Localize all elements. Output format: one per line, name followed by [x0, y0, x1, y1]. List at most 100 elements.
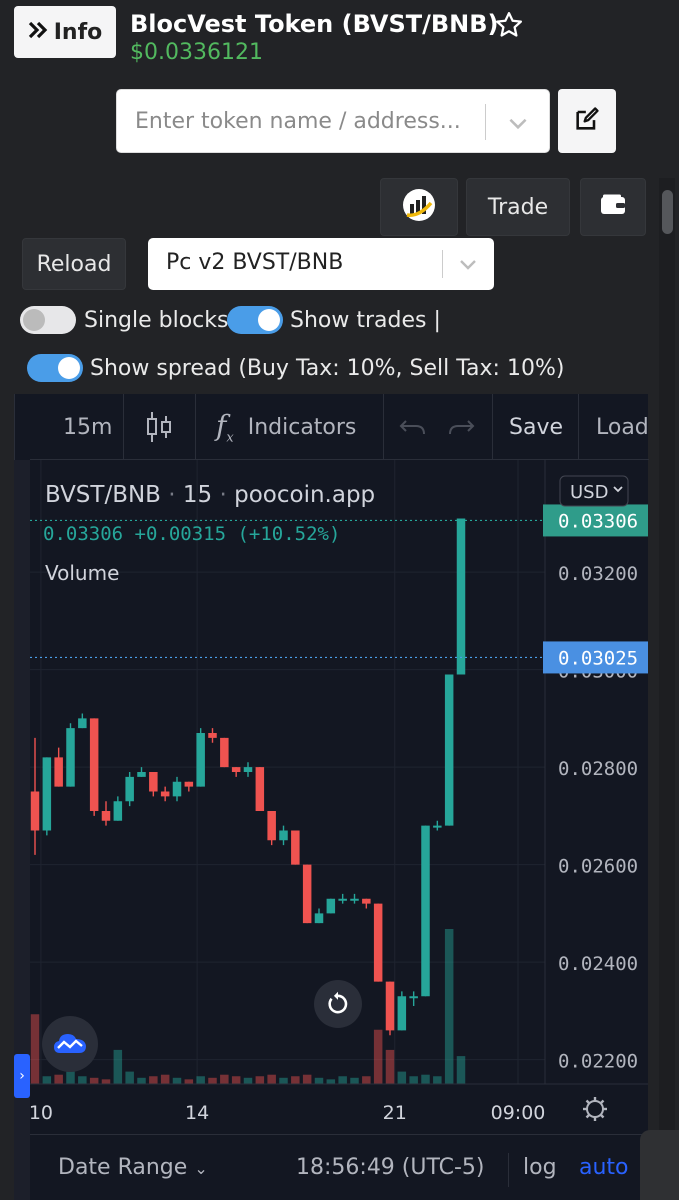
candle-body	[314, 913, 324, 924]
volume-bar	[137, 1077, 146, 1084]
load-button[interactable]: Load	[596, 394, 649, 460]
chevron-down-icon[interactable]	[456, 252, 480, 276]
auto-scale-button[interactable]: auto	[579, 1155, 629, 1180]
interval-button[interactable]: 15m	[63, 394, 112, 460]
candle-style-icon[interactable]	[145, 394, 173, 460]
wallet-button[interactable]	[580, 178, 646, 236]
chart-logo-button[interactable]	[380, 178, 458, 236]
candle-body	[385, 981, 395, 1031]
volume-bar	[113, 1049, 123, 1084]
search-separator	[485, 104, 486, 140]
refresh-icon	[328, 991, 348, 1014]
show-spread-label: Show spread (Buy Tax: 10%, Sell Tax: 10%…	[90, 356, 565, 381]
volume-bar	[267, 1074, 276, 1084]
candle-body	[338, 898, 347, 901]
volume-bar	[444, 929, 454, 1084]
volume-bar	[397, 1071, 407, 1084]
volume-bar	[184, 1079, 194, 1084]
token-search[interactable]	[116, 89, 550, 153]
candle-body	[456, 518, 466, 675]
info-button[interactable]: Info	[14, 6, 116, 58]
price-tick-label: 0.02400	[558, 953, 638, 975]
price-tick-label: 0.02800	[558, 758, 638, 780]
show-trades-toggle[interactable]	[227, 306, 283, 334]
tradingview-logo[interactable]	[42, 1016, 98, 1072]
redo-icon[interactable]	[446, 394, 476, 460]
candle-body	[421, 825, 430, 997]
single-blocks-toggle[interactable]	[20, 306, 76, 334]
settings-gear-icon[interactable]	[583, 1097, 607, 1121]
pair-select[interactable]: Pc v2 BVST/BNB	[148, 238, 494, 290]
candle-body	[137, 772, 146, 777]
bottom-divider	[508, 1153, 509, 1187]
volume-bar	[78, 1076, 87, 1084]
scrollbar-track[interactable]	[659, 178, 675, 1200]
chart-toolbar: 15m fx Indicators Save Load	[30, 394, 649, 460]
time-tick-label: 14	[185, 1102, 209, 1124]
candle-body	[350, 898, 359, 901]
volume-bar	[291, 1076, 300, 1084]
gear-tooth	[599, 1113, 605, 1119]
volume-bar	[149, 1076, 158, 1084]
indicators-button[interactable]: fx Indicators	[216, 394, 356, 460]
price-chart[interactable]: 0.032000.030000.028000.026000.024000.022…	[30, 460, 648, 1134]
expand-toolbar-button[interactable]: ›	[14, 1054, 30, 1098]
toolbar-divider	[383, 394, 384, 460]
volume-bar	[302, 1074, 312, 1084]
candle-body	[184, 781, 194, 787]
page-corner	[640, 1130, 679, 1200]
candle-body	[444, 674, 454, 826]
toolbar-divider	[492, 394, 493, 460]
toolbar-divider	[123, 394, 124, 460]
candle-body	[172, 781, 182, 797]
date-range-button[interactable]: Date Range ⌄	[58, 1155, 208, 1180]
undo-icon[interactable]	[398, 394, 428, 460]
star-icon[interactable]	[494, 10, 524, 40]
candle-body	[125, 776, 134, 802]
candle-body	[279, 830, 288, 841]
price-tick-label: 0.03200	[558, 563, 638, 585]
show-spread-toggle[interactable]	[27, 354, 83, 382]
chart-logo-icon	[401, 187, 437, 227]
info-label: Info	[53, 19, 103, 45]
pair-select-value: Pc v2 BVST/BNB	[166, 250, 344, 275]
show-trades-label: Show trades |	[290, 308, 441, 333]
candle-body	[101, 811, 111, 821]
trade-button[interactable]: Trade	[466, 178, 570, 236]
toggle-knob	[23, 309, 45, 331]
pair-select-separator	[442, 250, 443, 278]
chevron-down-icon[interactable]	[505, 110, 531, 136]
save-button[interactable]: Save	[509, 394, 563, 460]
double-chevron-right-icon	[28, 20, 48, 45]
currency-select[interactable]: USD	[559, 475, 629, 507]
scrollbar-thumb[interactable]	[662, 190, 673, 234]
candle-body	[373, 903, 383, 982]
reset-chart-button[interactable]	[314, 980, 362, 1028]
volume-bar	[373, 1029, 383, 1084]
volume-bar	[42, 1076, 52, 1084]
candle-body	[54, 757, 63, 787]
chart-grid	[30, 460, 545, 1084]
edit-icon	[573, 105, 601, 137]
search-input[interactable]	[117, 90, 485, 152]
candle-body	[243, 767, 253, 772]
candle-body	[326, 898, 336, 914]
candle-body	[89, 718, 99, 811]
candle-body	[362, 898, 371, 904]
single-blocks-label: Single blocks	[84, 308, 229, 333]
toolbar-divider	[578, 394, 579, 460]
time-tick-label: 09:00	[491, 1102, 546, 1124]
candle-body	[267, 811, 276, 841]
candle-body	[291, 830, 300, 865]
log-scale-button[interactable]: log	[523, 1155, 557, 1180]
volume-bar	[456, 1056, 466, 1084]
volume-bar	[125, 1071, 134, 1084]
volume-bar	[101, 1079, 111, 1084]
reload-button[interactable]: Reload	[22, 238, 126, 290]
volume-bar	[433, 1076, 442, 1084]
token-price: $0.0336121	[130, 40, 263, 65]
edit-button[interactable]	[558, 89, 616, 153]
spread-price-tag-label: 0.03025	[558, 647, 638, 669]
function-icon: fx	[216, 408, 234, 446]
legend-symbol: BVST/BNB · 15 · poocoin.app	[45, 482, 375, 508]
